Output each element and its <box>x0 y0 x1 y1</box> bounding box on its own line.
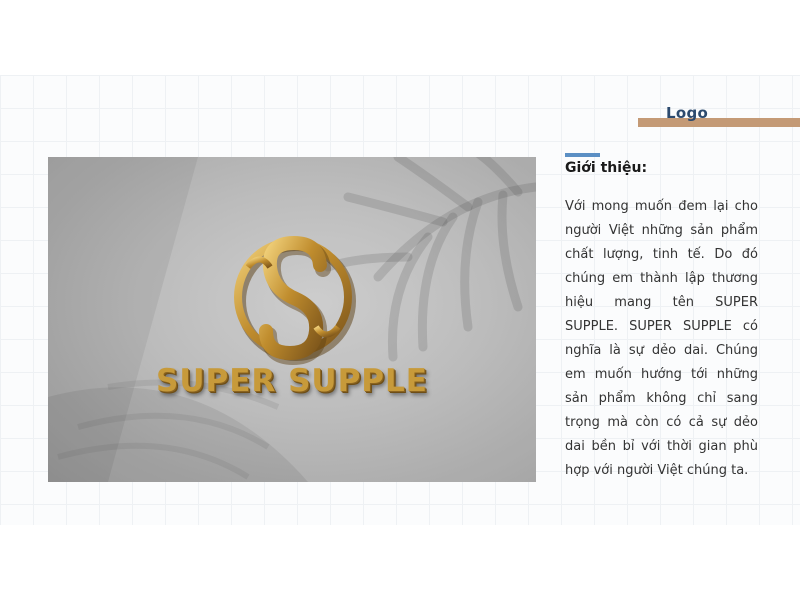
section-title: Logo <box>666 104 709 122</box>
intro-paragraph: Với mong muốn đem lại cho người Việt nhữ… <box>565 199 758 478</box>
brand-name: SUPER SUPPLE <box>156 363 428 399</box>
heading-accent-bar <box>565 153 600 157</box>
wall-texture <box>48 157 536 482</box>
intro-heading: Giới thiệu: <box>565 160 648 176</box>
logo-accent-bar <box>638 118 800 127</box>
logo-mockup-photo: SUPER SUPPLE <box>48 157 536 482</box>
